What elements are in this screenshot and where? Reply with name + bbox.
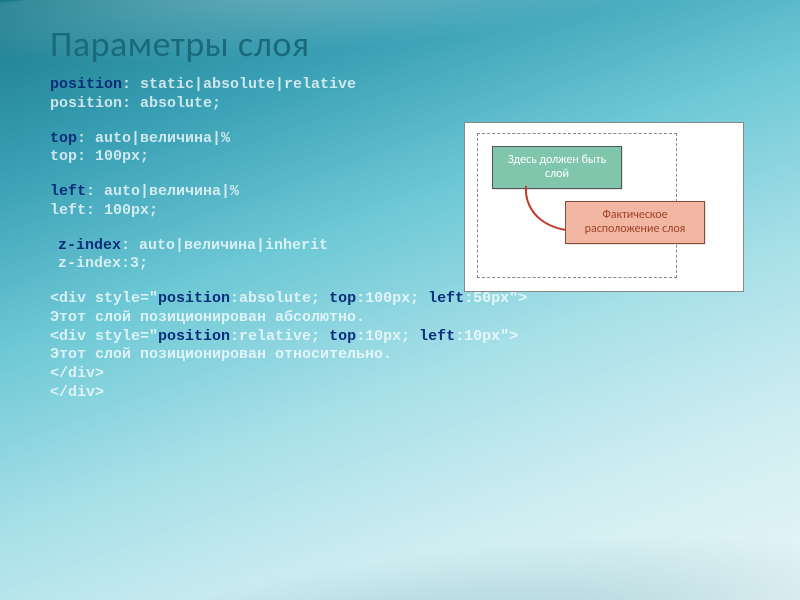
diagram-origin-box: Здесь должен быть слой [492, 146, 622, 189]
ex-l1-k2: top [329, 290, 356, 307]
example-position: position: absolute; [50, 95, 221, 112]
syntax-top: : auto|величина|% [77, 130, 230, 147]
slide-content: position: static|absolute|relative posit… [50, 76, 750, 403]
code-block-position: position: static|absolute|relative posit… [50, 76, 750, 114]
example-zindex: z-index:3; [58, 255, 148, 272]
syntax-position: : static|absolute|relative [122, 76, 356, 93]
diagram-actual-box: Фактическое расположение слоя [565, 201, 705, 244]
ex-l1-v1: :absolute; [230, 290, 329, 307]
keyword-left: left [50, 183, 86, 200]
syntax-zindex: : auto|величина|inherit [121, 237, 328, 254]
ex-l1-v3: :50px"> [464, 290, 527, 307]
ex-l3-v2: :10px; [356, 328, 419, 345]
keyword-top: top [50, 130, 77, 147]
slide-title: Параметры слоя [50, 22, 750, 66]
example-left: left: 100px; [50, 202, 158, 219]
ex-l6: </div> [50, 384, 104, 401]
ex-l2: Этот слой позиционирован абсолютно. [50, 309, 365, 326]
diagram-actual-label: Фактическое расположение слоя [585, 208, 686, 236]
syntax-left: : auto|величина|% [86, 183, 239, 200]
ex-l1-pre: <div style=" [50, 290, 158, 307]
ex-l3-pre: <div style=" [50, 328, 158, 345]
slide-container: Параметры слоя position: static|absolute… [0, 0, 800, 600]
example-top: top: 100px; [50, 148, 149, 165]
ex-l3-k3: left [419, 328, 455, 345]
keyword-position: position [50, 76, 122, 93]
ex-l4: Этот слой позиционирован относительно. [50, 346, 392, 363]
diagram-origin-label: Здесь должен быть слой [508, 153, 606, 181]
ex-l1-k3: left [428, 290, 464, 307]
ex-l5: </div> [50, 365, 104, 382]
keyword-zindex: z-index [58, 237, 121, 254]
ex-l1-k1: position [158, 290, 230, 307]
ex-l3-k1: position [158, 328, 230, 345]
position-diagram: Здесь должен быть слой Фактическое распо… [464, 122, 744, 292]
ex-l3-k2: top [329, 328, 356, 345]
ex-l3-v3: :10px"> [455, 328, 518, 345]
ex-l1-v2: :100px; [356, 290, 428, 307]
code-block-html-example: <div style="position:absolute; top:100px… [50, 290, 750, 403]
ex-l3-v1: :relative; [230, 328, 329, 345]
